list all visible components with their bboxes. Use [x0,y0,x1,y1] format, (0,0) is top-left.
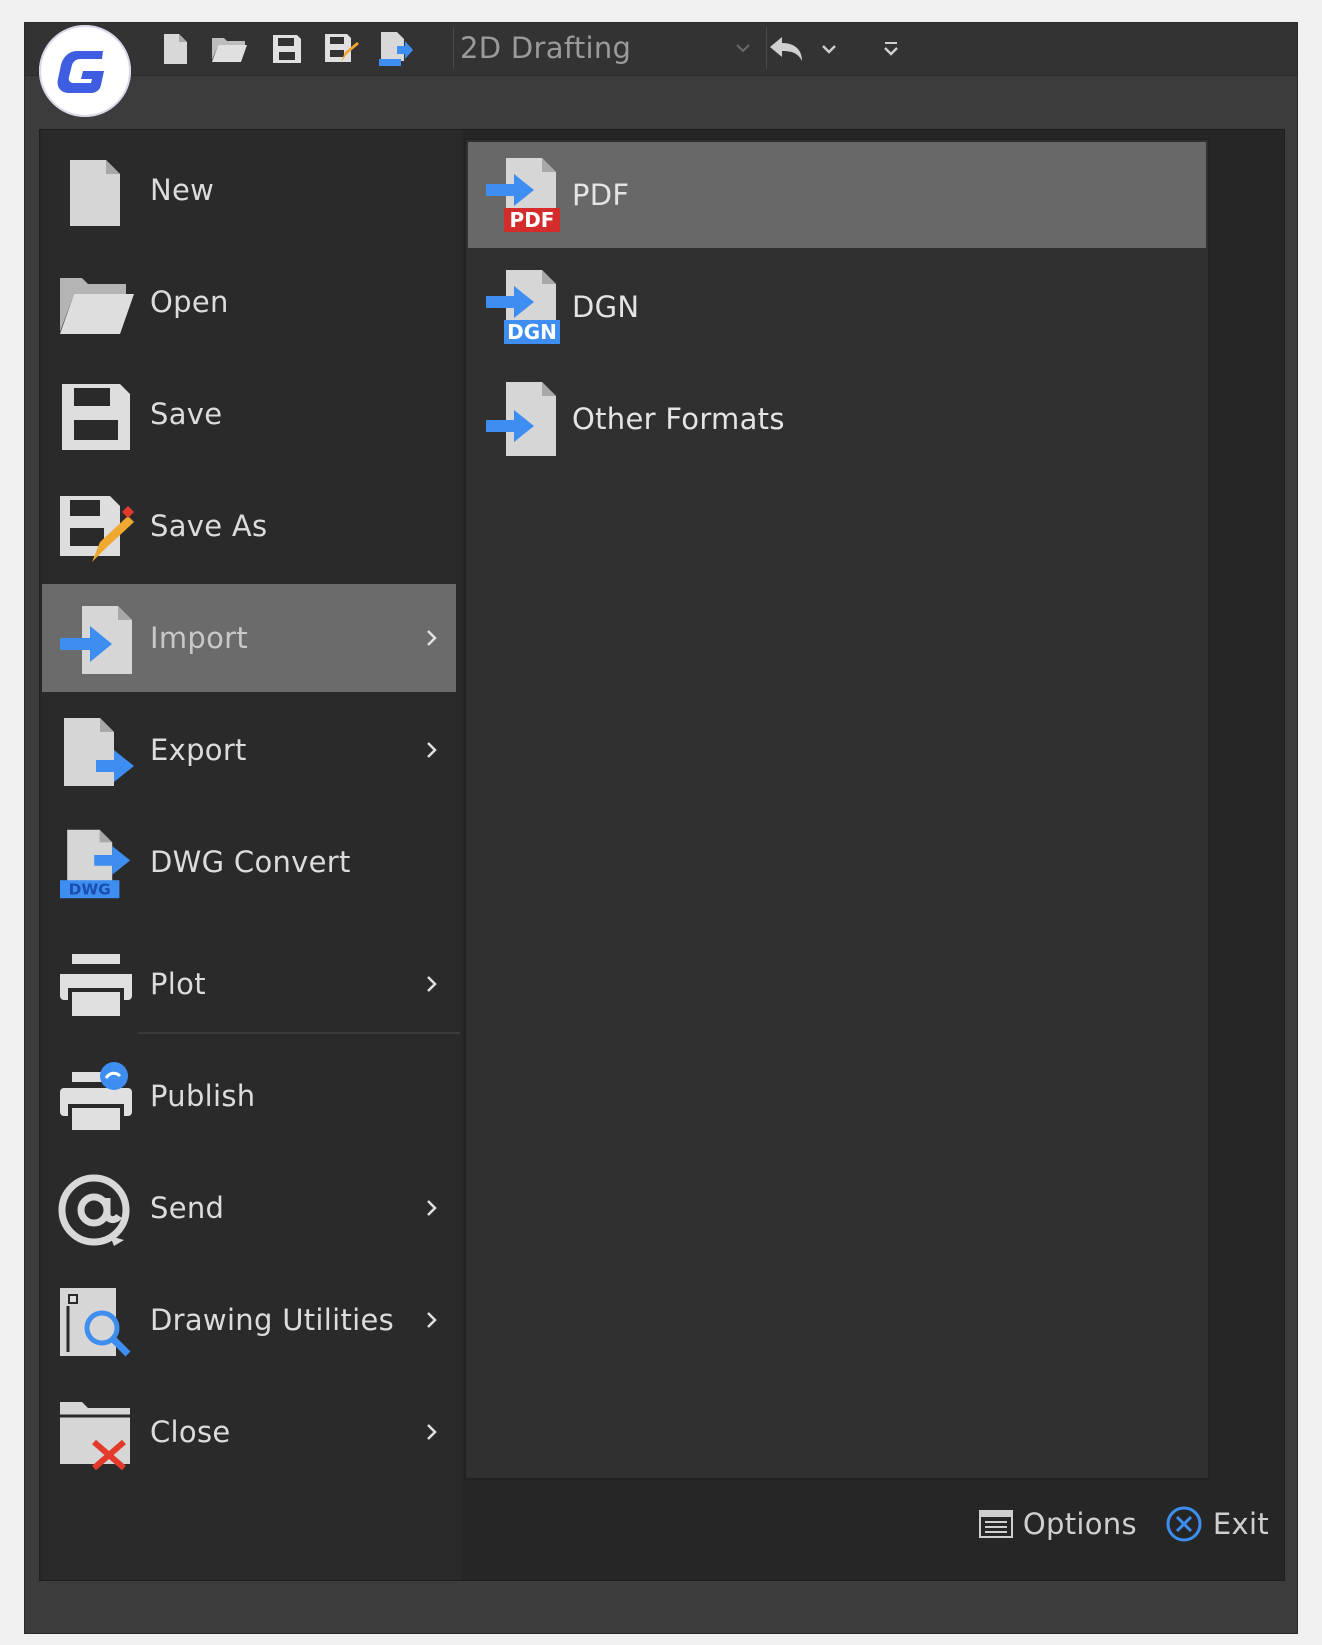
chevron-right-icon [427,1424,437,1440]
menu-item-label: Send [150,1191,225,1225]
drawing-utilities-icon [60,1288,131,1357]
new-file-icon[interactable] [155,29,195,69]
menu-item-label: Publish [150,1079,256,1113]
chevron-right-icon [427,742,437,758]
menu-item-label: Save [150,397,223,431]
save-as-icon[interactable] [321,29,361,69]
import-icon [60,606,132,674]
menu-item-dwg-convert[interactable]: DWG DWG Convert [42,808,456,916]
menu-item-close[interactable]: Close [42,1378,456,1486]
dwg-convert-icon: DWG [60,829,131,899]
application-menu: New Open Save Save As Import Export DWG … [39,129,1285,1581]
menu-item-label: Export [150,733,247,767]
gstarcad-logo-icon [57,51,104,93]
menu-item-publish[interactable]: Publish [42,1042,456,1150]
save-icon [62,384,130,450]
exit-icon [1166,1506,1202,1542]
workspace-label: 2D Drafting [460,31,632,65]
menu-item-label: DWG Convert [150,845,351,879]
app-logo[interactable] [39,25,131,117]
new-file-icon [70,160,120,226]
email-at-icon [58,1174,130,1246]
menu-item-open[interactable]: Open [42,248,456,356]
workspace-dropdown[interactable]: 2D Drafting [453,27,767,69]
menu-item-import[interactable]: Import [42,584,456,692]
menu-item-export[interactable]: Export [42,696,456,804]
publish-icon [60,1062,132,1134]
open-folder-icon[interactable] [209,29,249,69]
dgn-badge-text: DGN [507,320,557,344]
exit-button[interactable]: Exit [1165,1499,1269,1549]
undo-dropdown-icon[interactable] [809,29,849,69]
submenu-item-label: PDF [572,178,630,212]
submenu-item-pdf[interactable]: PDF PDF [468,142,1206,248]
exit-label: Exit [1212,1507,1269,1541]
other-formats-import-icon [486,382,556,456]
chevron-right-icon [427,630,437,646]
submenu-item-label: Other Formats [572,402,785,436]
menu-item-label: New [150,173,215,207]
save-icon[interactable] [267,29,307,69]
submenu-item-label: DGN [572,290,640,324]
dropdown-arrow-icon [736,44,750,52]
save-as-icon [60,496,134,562]
chevron-right-icon [427,976,437,992]
quick-access-toolbar: 2D Drafting [25,23,1297,76]
options-label: Options [1022,1507,1137,1541]
menu-item-label: Drawing Utilities [150,1303,395,1337]
menu-command-list: New Open Save Save As Import Export DWG … [42,130,462,1580]
dgn-import-icon: DGN [486,270,560,344]
close-folder-icon [60,1402,130,1470]
export-icon [64,718,134,786]
menu-item-send[interactable]: Send [42,1154,456,1262]
menu-item-label: Import [150,621,249,655]
import-submenu: PDF PDF DGN DGN Other Formats [464,138,1210,1480]
menu-item-save[interactable]: Save [42,360,456,468]
menu-item-plot[interactable]: Plot [42,930,456,1038]
dwg-badge-text: DWG [69,881,111,899]
options-button[interactable]: Options [978,1499,1137,1549]
open-folder-icon [60,278,134,334]
pdf-badge-text: PDF [510,208,555,232]
menu-item-drawing-utilities[interactable]: Drawing Utilities [42,1266,456,1374]
submenu-item-other-formats[interactable]: Other Formats [468,366,1206,472]
undo-icon[interactable] [767,29,807,69]
menu-item-label: Save As [150,509,268,543]
menu-footer: Options Exit [25,1489,1297,1559]
pdf-import-icon: PDF [486,158,560,232]
printer-icon [60,954,132,1020]
menu-item-label: Plot [150,967,206,1001]
customize-toolbar-icon[interactable] [871,29,911,69]
dwg-convert-icon[interactable] [375,29,415,69]
menu-item-new[interactable]: New [42,136,456,244]
menu-item-label: Open [150,285,229,319]
application-menu-window: 2D Drafting New Open Save Save As Import… [24,22,1298,1634]
chevron-right-icon [427,1200,437,1216]
menu-item-label: Close [150,1415,231,1449]
submenu-item-dgn[interactable]: DGN DGN [468,254,1206,360]
menu-item-save-as[interactable]: Save As [42,472,456,580]
chevron-right-icon [427,1312,437,1328]
options-icon [978,1510,1013,1538]
